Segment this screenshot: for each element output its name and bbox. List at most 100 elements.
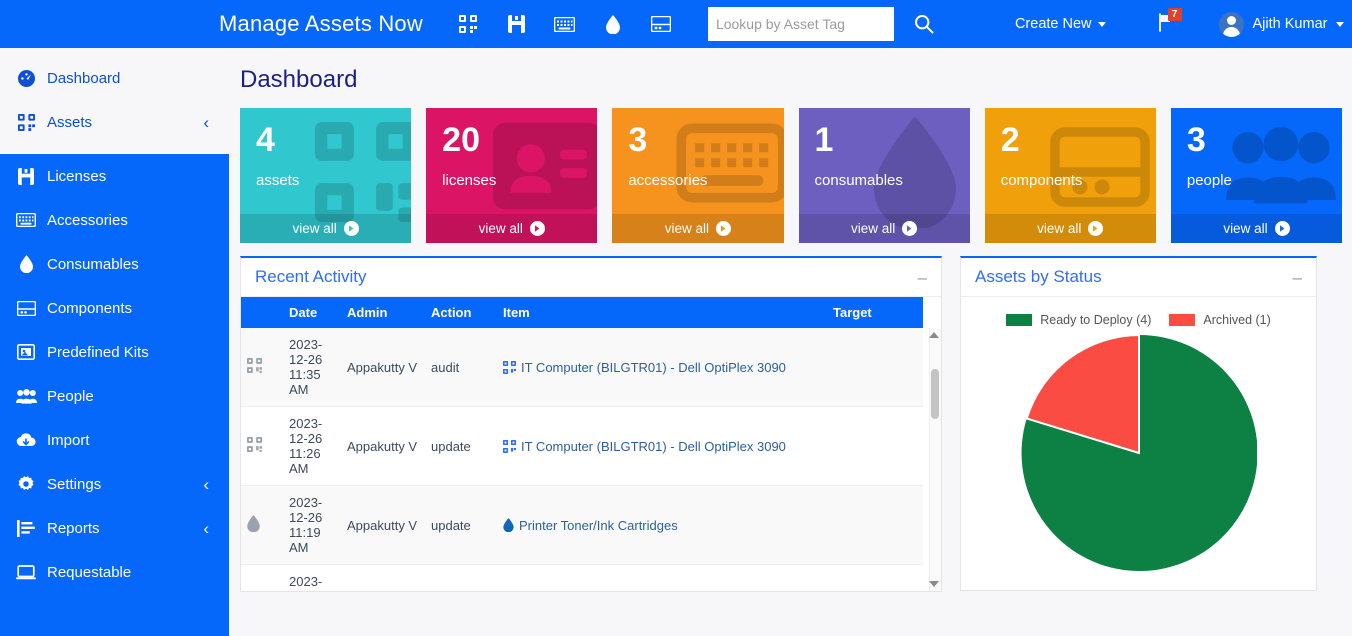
view-all-label: view all [1223,221,1268,236]
scroll-down-arrow-icon[interactable] [929,581,939,587]
sidebar-item-predefined-kits[interactable]: Predefined Kits [0,330,229,374]
view-all-link[interactable]: view all [240,214,412,243]
sidebar-item-assets[interactable]: Assets ‹ [0,100,229,144]
sidebar-item-licenses[interactable]: Licenses [0,154,229,198]
row-icon-cell [241,328,283,407]
stat-card-accessories[interactable]: 3 accessories view all [612,108,784,243]
search-input[interactable] [707,7,894,41]
notifications-flag-icon[interactable]: 7 [1158,8,1182,36]
assets-qr-icon [14,113,38,131]
sidebar-item-consumables[interactable]: Consumables [0,242,229,286]
stat-card-components[interactable]: 2 components view all [984,108,1156,243]
view-all-link[interactable]: view all [426,214,598,243]
col-admin[interactable]: Admin [341,297,425,328]
page-title: Dashboard [240,66,358,93]
chevron-left-icon[interactable]: ‹ [203,520,209,537]
chart-legend: Ready to Deploy (4) Archived (1) [961,297,1316,327]
activity-table-wrapper: Date Admin Action Item Target 2023-12-26… [241,297,941,591]
stat-card-assets[interactable]: 4 assets view all [240,108,412,243]
arrow-right-icon [529,221,545,236]
sidebar-item-label: Settings [47,475,102,493]
table-row[interactable]: 2023-12-26 11:19 AM Appakutty V update P… [241,485,923,565]
stat-card-consumables[interactable]: 1 consumables view all [798,108,970,243]
row-item[interactable]: IT Computer (BILGTR01) - Dell OptiPlex 3… [497,328,827,407]
row-date: 2023-12-26 11:19 AM [283,485,341,565]
app-title: Manage Assets Now [219,11,423,36]
sidebar-item-requestable[interactable]: Requestable [0,550,229,594]
table-row[interactable]: 2023-12-26 11:35 AM Appakutty V audit IT… [241,328,923,407]
stat-count: 1 [814,121,834,159]
sidebar-item-label: Accessories [47,211,128,229]
row-item[interactable]: IT Computer (BILGTR01) - Dell OptiPlex 3… [497,406,827,486]
row-admin: Appakutty V [341,485,425,565]
col-target[interactable]: Target [827,297,923,328]
notification-badge: 7 [1167,8,1182,21]
row-item[interactable] [497,564,827,591]
sidebar-item-dashboard[interactable]: Dashboard [0,56,229,100]
row-action [425,564,497,591]
view-all-link[interactable]: view all [798,214,970,243]
row-target [827,485,923,565]
view-all-label: view all [850,221,896,236]
assets-qr-icon[interactable] [456,11,482,37]
row-admin: Appakutty V [341,328,425,407]
legend-item-ready-to-deploy[interactable]: Ready to Deploy (4) [1006,313,1151,327]
sidebar-item-components[interactable]: Components [0,286,229,330]
collapse-icon[interactable]: – [1293,269,1302,286]
recent-activity-panel: Recent Activity – Date Admin Action Item… [240,256,942,592]
pie-chart[interactable] [961,327,1316,571]
table-row[interactable]: 2023-12-26 11:26 AM Appakutty V update I… [241,406,923,486]
stat-label: assets [256,172,300,189]
col-item[interactable]: Item [497,297,827,328]
sidebar-item-people[interactable]: People [0,374,229,418]
view-all-label: view all [664,221,710,236]
table-scrollbar[interactable] [929,328,941,591]
panel-header: Recent Activity – [241,258,941,297]
stat-card-licenses[interactable]: 20 licenses view all [426,108,598,243]
col-action[interactable]: Action [425,297,497,328]
view-all-link[interactable]: view all [984,214,1156,243]
components-card-icon[interactable] [648,11,674,37]
row-date: 2023-12-26 11:35 AM [283,328,341,407]
view-all-link[interactable]: view all [1170,214,1343,243]
licenses-save-icon[interactable] [504,11,530,37]
chart-icon [14,519,38,537]
arrow-right-icon [1274,221,1290,236]
avatar [1218,11,1244,37]
stat-card-people[interactable]: 3 people view all [1170,108,1343,243]
sidebar-item-label: Import [47,431,90,449]
chevron-left-icon[interactable]: ‹ [203,114,209,131]
user-menu[interactable]: Ajith Kumar [1218,11,1345,37]
chevron-left-icon[interactable]: ‹ [203,476,209,493]
sidebar: Dashboard Assets ‹ Licenses Accessories … [0,48,229,636]
sidebar-item-label: Predefined Kits [47,343,149,361]
scrollbar-thumb[interactable] [931,369,939,419]
collapse-icon[interactable]: – [918,269,927,286]
view-all-label: view all [292,221,337,236]
droplet-icon [14,255,38,273]
qr-icon [503,360,516,374]
sidebar-item-accessories[interactable]: Accessories [0,198,229,242]
sidebar-item-import[interactable]: Import [0,418,229,462]
stat-count: 20 [442,121,480,159]
consumables-droplet-icon[interactable] [600,11,626,37]
sidebar-item-reports[interactable]: Reports ‹ [0,506,229,550]
table-row[interactable]: 2023- [241,564,923,591]
scroll-up-arrow-icon[interactable] [929,332,939,338]
recent-activity-table: Date Admin Action Item Target 2023-12-26… [241,297,923,591]
accessories-keyboard-icon[interactable] [552,11,578,37]
row-item[interactable]: Printer Toner/Ink Cartridges [497,485,827,565]
people-icon [14,388,38,404]
col-date[interactable]: Date [283,297,341,328]
col-icon [241,297,283,328]
create-new-dropdown[interactable]: Create New [1015,16,1106,32]
sidebar-item-label: Components [47,299,133,317]
view-all-link[interactable]: view all [612,214,784,243]
stat-count: 2 [1000,121,1020,159]
sidebar-item-label: People [47,387,94,405]
search-icon[interactable] [914,11,934,37]
legend-item-archived[interactable]: Archived (1) [1169,313,1271,327]
sidebar-item-settings[interactable]: Settings ‹ [0,462,229,506]
legend-label: Archived (1) [1203,313,1271,327]
assets-by-status-panel: Assets by Status – Ready to Deploy (4) A… [960,256,1317,591]
